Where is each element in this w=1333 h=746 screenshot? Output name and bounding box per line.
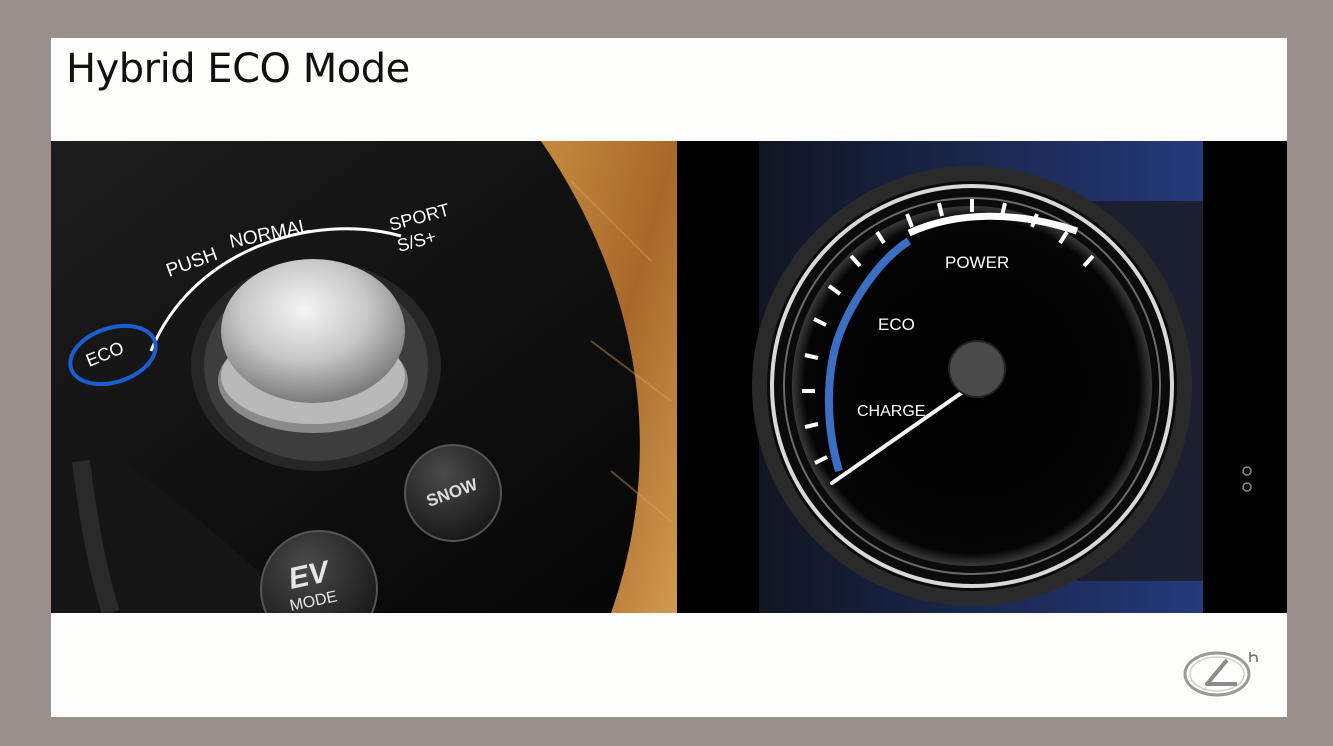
slide-title: Hybrid ECO Mode (66, 46, 410, 92)
drive-mode-selector-photo: PUSH NORMAL SPORT S/S+ ECO SNOW EV MODE (51, 141, 677, 613)
lexus-hybrid-logo (1177, 646, 1263, 703)
hybrid-gauge-photo: POWER ECO CHARGE (677, 141, 1287, 613)
power-label: POWER (945, 253, 1009, 272)
charge-label: CHARGE (857, 403, 925, 420)
drive-mode-knob[interactable] (221, 259, 405, 403)
gauge-eco-label: ECO (878, 315, 915, 334)
needle-hub (948, 340, 1006, 398)
slide: Hybrid ECO Mode PUSH NORMAL SPORT S/S+ E… (51, 38, 1287, 717)
